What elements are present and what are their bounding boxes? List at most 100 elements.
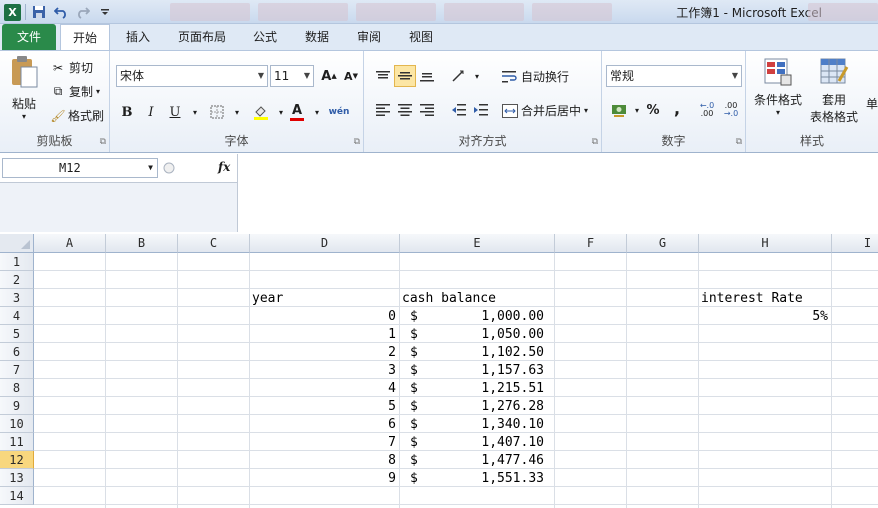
tab-file[interactable]: 文件 [2,24,56,50]
dialog-launcher-icon[interactable]: ⧉ [354,137,360,147]
cell-d11[interactable]: 7 [250,434,396,452]
dialog-launcher-icon[interactable]: ⧉ [100,137,106,147]
font-color-icon[interactable]: A [286,101,308,123]
phonetic-guide-icon[interactable]: wén [328,101,350,123]
dialog-launcher-icon[interactable]: ⧉ [736,137,742,147]
font-name-combo[interactable]: 宋体 ▼ [116,65,268,87]
row-header-10[interactable]: 10 [0,415,34,433]
splitter-handle-icon[interactable] [162,158,176,178]
shrink-font-button[interactable]: A ▼ [340,65,362,87]
chevron-down-icon[interactable]: ▾ [466,65,488,87]
cell-e6[interactable]: 1,102.50 [420,344,544,362]
redo-icon[interactable] [74,3,92,21]
fill-color-icon[interactable] [250,101,272,123]
tab-review[interactable]: 审阅 [348,24,390,50]
cell-d10[interactable]: 6 [250,416,396,434]
comma-style-button[interactable]: , [666,97,688,119]
format-painter-button[interactable]: 🖌 格式刷 [50,107,104,124]
chevron-down-icon[interactable]: ▾ [226,101,248,123]
cell-e7[interactable]: 1,157.63 [420,362,544,380]
row-header-5[interactable]: 5 [0,325,34,343]
cell-d5[interactable]: 1 [250,326,396,344]
cell-e10[interactable]: 1,340.10 [420,416,544,434]
name-box[interactable]: M12 ▼ [2,158,158,178]
cell-d7[interactable]: 3 [250,362,396,380]
cut-button[interactable]: ✂ 剪切 [50,59,93,76]
tab-formulas[interactable]: 公式 [244,24,286,50]
decrease-indent-icon[interactable] [448,99,470,121]
wrap-text-button[interactable]: 自动换行 [502,68,569,85]
save-icon[interactable] [30,3,48,21]
insert-function-icon[interactable]: fx [218,160,230,174]
column-header-e[interactable]: E [400,234,555,253]
align-right-icon[interactable] [416,99,438,121]
cell-e4[interactable]: 1,000.00 [420,308,544,326]
decrease-decimal-icon[interactable]: .00 →.0 [720,99,742,121]
cell-d9[interactable]: 5 [250,398,396,416]
align-middle-icon[interactable] [394,65,416,87]
row-header-7[interactable]: 7 [0,361,34,379]
column-header-d[interactable]: D [250,234,400,253]
row-header-14[interactable]: 14 [0,487,34,505]
row-header-9[interactable]: 9 [0,397,34,415]
tab-data[interactable]: 数据 [296,24,338,50]
merge-center-button[interactable]: 合并后居中 ▾ [502,102,588,119]
increase-indent-icon[interactable] [470,99,492,121]
cell-h3[interactable]: interest Rate [701,290,803,308]
cell-styles-button[interactable]: 单 [866,95,878,112]
cell-e12[interactable]: 1,477.46 [420,452,544,470]
paste-button[interactable]: 粘贴 ▾ [4,55,44,121]
cell-d8[interactable]: 4 [250,380,396,398]
tab-page-layout[interactable]: 页面布局 [170,24,234,50]
cell-e13[interactable]: 1,551.33 [420,470,544,488]
chevron-down-icon[interactable]: ▾ [184,101,206,123]
excel-logo-icon[interactable]: X [4,3,21,21]
column-header-c[interactable]: C [178,234,250,253]
cell-d3[interactable]: year [252,290,283,308]
row-header-12[interactable]: 12 [0,451,34,469]
underline-button[interactable]: U [164,101,186,123]
dialog-launcher-icon[interactable]: ⧉ [592,137,598,147]
tab-insert[interactable]: 插入 [116,24,160,50]
cell-e11[interactable]: 1,407.10 [420,434,544,452]
column-header-h[interactable]: H [699,234,832,253]
percent-style-button[interactable]: % [642,99,664,121]
tab-view[interactable]: 视图 [400,24,442,50]
borders-icon[interactable] [206,101,228,123]
column-header-i[interactable]: I [832,234,878,253]
column-header-g[interactable]: G [627,234,699,253]
row-header-6[interactable]: 6 [0,343,34,361]
grow-font-button[interactable]: A ▲ [318,65,340,87]
cell-e9[interactable]: 1,276.28 [420,398,544,416]
increase-decimal-icon[interactable]: ←.0.00 [696,99,718,121]
format-as-table-button[interactable]: 套用 表格格式 [806,57,862,125]
column-header-a[interactable]: A [34,234,106,253]
row-header-13[interactable]: 13 [0,469,34,487]
worksheet-grid[interactable]: A B C D E F G H I 1 2 3 4 5 6 7 8 9 10 1… [0,234,878,508]
cell-d6[interactable]: 2 [250,344,396,362]
customize-toolbar-icon[interactable] [96,3,114,21]
chevron-down-icon[interactable]: ▾ [306,101,328,123]
tab-home[interactable]: 开始 [60,24,110,51]
align-top-icon[interactable] [372,65,394,87]
column-header-f[interactable]: F [555,234,627,253]
align-left-icon[interactable] [372,99,394,121]
row-header-3[interactable]: 3 [0,289,34,307]
row-header-4[interactable]: 4 [0,307,34,325]
align-center-icon[interactable] [394,99,416,121]
number-format-combo[interactable]: 常规 ▼ [606,65,742,87]
cell-e5[interactable]: 1,050.00 [420,326,544,344]
select-all-button[interactable] [0,234,34,253]
row-header-8[interactable]: 8 [0,379,34,397]
formula-input[interactable] [237,154,878,232]
undo-icon[interactable] [52,3,70,21]
row-header-1[interactable]: 1 [0,253,34,271]
cell-e8[interactable]: 1,215.51 [420,380,544,398]
row-header-2[interactable]: 2 [0,271,34,289]
font-size-combo[interactable]: 11 ▼ [270,65,314,87]
copy-button[interactable]: ⧉ 复制 ▾ [50,83,100,100]
cell-d13[interactable]: 9 [250,470,396,488]
row-header-11[interactable]: 11 [0,433,34,451]
column-header-b[interactable]: B [106,234,178,253]
cell-e3[interactable]: cash balance [402,290,496,308]
